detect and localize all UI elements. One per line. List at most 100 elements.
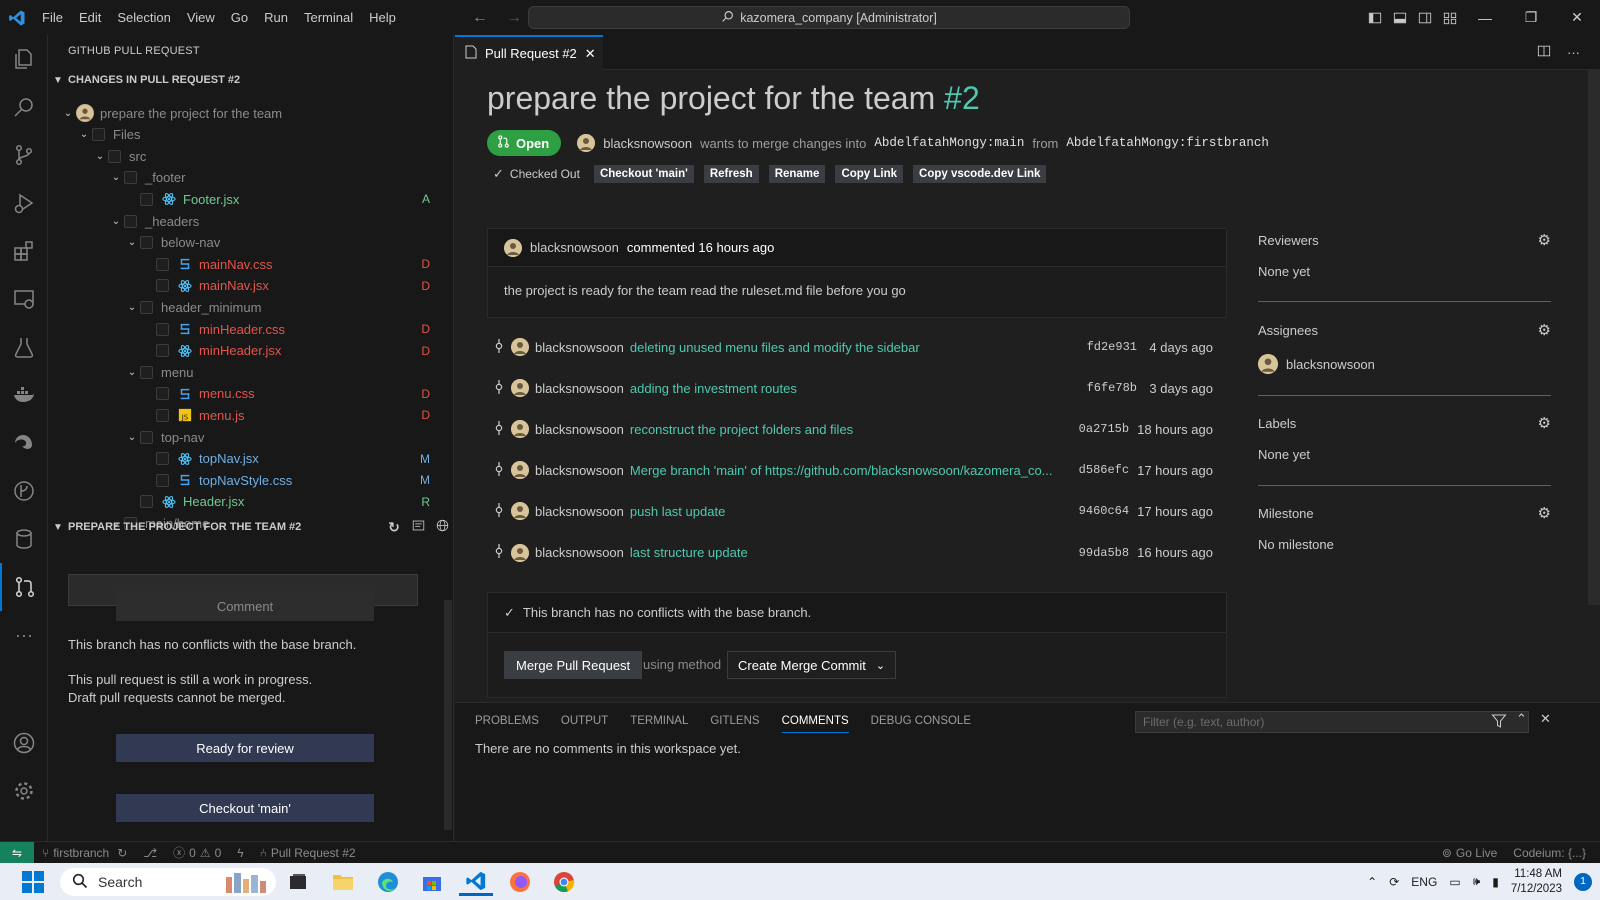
customize-layout-icon[interactable] <box>1437 0 1462 35</box>
commit-author[interactable]: blacksnowsoon <box>535 422 624 437</box>
chevron-down-icon[interactable]: ⌄ <box>124 237 140 248</box>
pr-section-header[interactable]: ▼ PREPARE THE PROJECT FOR THE TEAM #2 ↻ <box>48 516 454 538</box>
tree-item[interactable]: topNavStyle.css M <box>48 469 446 491</box>
restore-icon[interactable]: ❐ <box>1508 0 1554 35</box>
close-panel-icon[interactable]: ✕ <box>1540 711 1551 727</box>
gear-icon[interactable]: ⚙ <box>1538 504 1551 522</box>
search-view-icon[interactable] <box>0 83 48 131</box>
tab-output[interactable]: OUTPUT <box>561 709 608 733</box>
menu-go[interactable]: Go <box>223 0 256 35</box>
tree-item[interactable]: ⌄ top-nav <box>48 426 446 448</box>
menu-file[interactable]: File <box>34 0 71 35</box>
chevron-down-icon[interactable]: ⌄ <box>124 432 140 443</box>
commit-author[interactable]: blacksnowsoon <box>535 504 624 519</box>
chevron-down-icon[interactable]: ⌄ <box>76 129 92 140</box>
command-center[interactable]: kazomera_company [Administrator] <box>528 6 1130 29</box>
tree-item[interactable]: mainNav.css D <box>48 253 446 275</box>
file-explorer-icon[interactable] <box>326 868 360 896</box>
tree-item[interactable]: Footer.jsx A <box>48 188 446 210</box>
description-icon[interactable] <box>406 519 430 535</box>
microsoft-store-icon[interactable] <box>415 868 449 896</box>
menu-edit[interactable]: Edit <box>71 0 109 35</box>
viewed-checkbox[interactable] <box>156 408 169 422</box>
filter-icon[interactable] <box>1491 713 1507 732</box>
tab-pull-request[interactable]: Pull Request #2 ✕ <box>455 35 603 70</box>
task-view-icon[interactable] <box>281 868 315 896</box>
refresh-button[interactable]: Refresh <box>703 165 759 183</box>
tree-item[interactable]: mainNav.jsx D <box>48 275 446 297</box>
merge-pull-request-button[interactable]: Merge Pull Request <box>504 651 643 679</box>
author-link[interactable]: blacksnowsoon <box>603 136 692 151</box>
comment-button[interactable]: Comment <box>116 591 374 621</box>
assignee-name[interactable]: blacksnowsoon <box>1286 357 1375 372</box>
minimize-icon[interactable]: — <box>1462 0 1508 35</box>
viewed-checkbox[interactable] <box>156 452 169 466</box>
commit-sha[interactable]: 0a2715b <box>1079 422 1129 436</box>
viewed-checkbox[interactable] <box>156 322 169 336</box>
comments-filter-input[interactable]: Filter (e.g. text, author) <box>1135 711 1529 733</box>
viewed-checkbox[interactable] <box>140 236 153 250</box>
tree-item[interactable]: menu.css D <box>48 383 446 405</box>
gear-icon[interactable]: ⚙ <box>1538 414 1551 432</box>
tab-comments[interactable]: COMMENTS <box>781 709 849 733</box>
tab-debug-console[interactable]: DEBUG CONSOLE <box>871 709 971 733</box>
run-debug-icon[interactable] <box>0 179 48 227</box>
explorer-icon[interactable] <box>0 35 48 83</box>
viewed-checkbox[interactable] <box>140 495 153 509</box>
maximize-panel-icon[interactable]: ⌃ <box>1516 711 1527 727</box>
commit-sha[interactable]: fd2e931 <box>1087 340 1137 354</box>
viewed-checkbox[interactable] <box>156 387 169 401</box>
tree-item[interactable]: minHeader.css D <box>48 318 446 340</box>
more-actions-icon[interactable]: ··· <box>1567 45 1580 60</box>
viewed-checkbox[interactable] <box>124 171 137 185</box>
chevron-down-icon[interactable]: ⌄ <box>124 302 140 313</box>
chevron-up-icon[interactable]: ⌃ <box>1367 875 1377 889</box>
tree-item[interactable]: ⌄ _headers <box>48 210 446 232</box>
problems-status[interactable]: ⓧ 0 ⚠ 0 <box>165 844 229 861</box>
viewed-checkbox[interactable] <box>156 279 169 293</box>
toggle-primary-sidebar-icon[interactable] <box>1362 0 1387 35</box>
tab-gitlens[interactable]: GITLENS <box>710 709 759 733</box>
remote-explorer-icon[interactable] <box>0 275 48 323</box>
sidebar-checkout-button[interactable]: Checkout 'main' <box>116 794 374 822</box>
commit-message-link[interactable]: reconstruct the project folders and file… <box>630 422 1073 437</box>
vscode-taskbar-icon[interactable] <box>459 868 493 896</box>
viewed-checkbox[interactable] <box>140 192 153 206</box>
edge-tools-icon[interactable] <box>0 419 48 467</box>
gitlens-icon[interactable] <box>0 467 48 515</box>
commit-author[interactable]: blacksnowsoon <box>535 381 624 396</box>
go-live-status[interactable]: ⊚ Go Live <box>1434 846 1505 860</box>
commit-author[interactable]: blacksnowsoon <box>535 545 624 560</box>
network-icon[interactable]: ▭ <box>1449 875 1460 889</box>
commit-sha[interactable]: 99da5b8 <box>1079 546 1129 560</box>
sync-icon[interactable]: ↻ <box>117 846 127 860</box>
codeium-status[interactable]: Codeium: {...} <box>1505 846 1600 860</box>
tree-item[interactable]: minHeader.jsx D <box>48 340 446 362</box>
github-pull-requests-icon[interactable] <box>0 563 48 611</box>
commit-author[interactable]: blacksnowsoon <box>535 463 624 478</box>
edge-browser-icon[interactable] <box>371 868 405 896</box>
tree-item[interactable]: ⌄ menu <box>48 361 446 383</box>
commit-sha[interactable]: 9460c64 <box>1079 504 1129 518</box>
branch-status[interactable]: ⑂ firstbranch ↻ <box>34 846 135 860</box>
refresh-icon[interactable]: ↻ <box>382 519 406 536</box>
clock[interactable]: 11:48 AM 7/12/2023 <box>1511 867 1562 897</box>
tree-item[interactable]: ⌄ prepare the project for the team <box>48 102 446 124</box>
checkout-main-button[interactable]: Checkout 'main' <box>593 165 694 183</box>
commit-author[interactable]: blacksnowsoon <box>535 340 624 355</box>
viewed-checkbox[interactable] <box>92 128 105 142</box>
tree-item[interactable]: ⌄ Files <box>48 124 446 146</box>
split-editor-icon[interactable] <box>1537 44 1551 61</box>
tree-item[interactable]: ⌄ header_minimum <box>48 296 446 318</box>
tree-item[interactable]: topNav.jsx M <box>48 448 446 470</box>
tree-item[interactable]: ⌄ below-nav <box>48 232 446 254</box>
copy-link-button[interactable]: Copy Link <box>835 165 904 183</box>
pr-status[interactable]: ⑃ Pull Request #2 <box>252 846 364 860</box>
lightning-icon[interactable]: ϟ <box>229 846 251 860</box>
chevron-down-icon[interactable]: ⌄ <box>92 151 108 162</box>
battery-icon[interactable]: ▮ <box>1492 875 1499 889</box>
gear-icon[interactable]: ⚙ <box>1538 321 1551 339</box>
taskbar-search[interactable]: Search <box>60 868 276 896</box>
notification-badge[interactable]: 1 <box>1574 872 1592 891</box>
commit-message-link[interactable]: last structure update <box>630 545 1073 560</box>
